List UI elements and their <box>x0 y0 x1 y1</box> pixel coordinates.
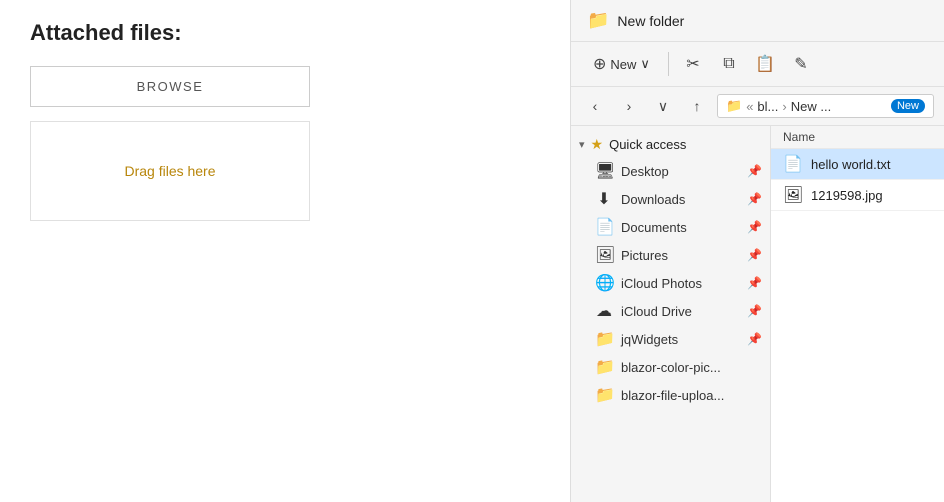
file-item-icon-1: 🖼 <box>783 185 803 205</box>
sidebar-item-icon-7: 📁 <box>595 357 613 377</box>
forward-button[interactable]: › <box>615 92 643 120</box>
rename-icon: ✎ <box>794 54 807 74</box>
sidebar-item-label-1: Downloads <box>621 192 739 207</box>
browse-button[interactable]: BROWSE <box>30 66 310 107</box>
sidebar-pin-icon-5: 📌 <box>747 304 762 318</box>
sidebar: ▾ ★ Quick access 🖥 Desktop 📌 ⬇ Downloads… <box>571 126 771 502</box>
copy-icon: ⧉ <box>723 55 734 73</box>
new-label: New <box>610 57 636 72</box>
address-path-bar[interactable]: 📁 « bl... › New ... New <box>717 94 934 118</box>
sidebar-item-label-3: Pictures <box>621 248 739 263</box>
sidebar-pin-icon-4: 📌 <box>747 276 762 290</box>
titlebar-folder-icon: 📁 <box>587 10 609 31</box>
file-list-header: Name <box>771 126 944 149</box>
sidebar-pin-icon-1: 📌 <box>747 192 762 206</box>
page-title: Attached files: <box>30 20 540 46</box>
explorer-toolbar: ⊕ New ∨ ✂ ⧉ 📋 ✎ <box>571 42 944 87</box>
sidebar-item-3[interactable]: 🖼 Pictures 📌 <box>571 241 770 269</box>
sidebar-pin-icon-2: 📌 <box>747 220 762 234</box>
sidebar-item-1[interactable]: ⬇ Downloads 📌 <box>571 185 770 213</box>
sidebar-item-label-7: blazor-color-pic... <box>621 360 754 375</box>
sidebar-item-label-8: blazor-file-uploa... <box>621 388 754 403</box>
sidebar-pin-icon-6: 📌 <box>747 332 762 346</box>
new-chevron-icon: ∨ <box>640 56 650 72</box>
new-button[interactable]: ⊕ New ∨ <box>583 50 660 78</box>
sidebar-item-4[interactable]: 🌐 iCloud Photos 📌 <box>571 269 770 297</box>
sidebar-item-icon-0: 🖥 <box>595 161 613 181</box>
file-item-name-1: 1219598.jpg <box>811 188 883 203</box>
sidebar-item-label-4: iCloud Photos <box>621 276 739 291</box>
sidebar-item-icon-4: 🌐 <box>595 273 613 293</box>
sidebar-item-6[interactable]: 📁 jqWidgets 📌 <box>571 325 770 353</box>
path-arrow-sep: › <box>782 99 786 114</box>
address-bar: ‹ › ∨ ↑ 📁 « bl... › New ... New <box>571 87 944 126</box>
file-item-0[interactable]: 📄 hello world.txt <box>771 149 944 180</box>
sidebar-pin-icon-0: 📌 <box>747 164 762 178</box>
star-icon: ★ <box>591 136 604 153</box>
sidebar-pin-icon-3: 📌 <box>747 248 762 262</box>
sidebar-item-8[interactable]: 📁 blazor-file-uploa... <box>571 381 770 409</box>
sidebar-item-icon-8: 📁 <box>595 385 613 405</box>
quick-access-section[interactable]: ▾ ★ Quick access <box>571 132 770 157</box>
dropdown-button[interactable]: ∨ <box>649 92 677 120</box>
sidebar-item-0[interactable]: 🖥 Desktop 📌 <box>571 157 770 185</box>
sidebar-item-icon-3: 🖼 <box>595 245 613 265</box>
dropdown-icon: ∨ <box>658 98 668 115</box>
back-button[interactable]: ‹ <box>581 92 609 120</box>
forward-icon: › <box>627 98 632 114</box>
cut-button[interactable]: ✂ <box>677 48 709 80</box>
sidebar-item-icon-6: 📁 <box>595 329 613 349</box>
sidebar-item-label-2: Documents <box>621 220 739 235</box>
new-badge: New <box>891 99 925 113</box>
toolbar-separator <box>668 52 669 76</box>
sidebar-item-icon-1: ⬇ <box>595 189 613 209</box>
file-item-icon-0: 📄 <box>783 154 803 174</box>
sidebar-item-label-5: iCloud Drive <box>621 304 739 319</box>
explorer-titlebar: 📁 New folder <box>571 0 944 42</box>
sidebar-items-container: 🖥 Desktop 📌 ⬇ Downloads 📌 📄 Documents 📌 … <box>571 157 770 409</box>
drag-drop-area: Drag files here <box>30 121 310 221</box>
plus-icon: ⊕ <box>593 54 606 74</box>
quick-access-label: Quick access <box>609 137 686 152</box>
paste-button[interactable]: 📋 <box>749 48 781 80</box>
back-icon: ‹ <box>593 98 598 114</box>
collapse-icon: ▾ <box>579 138 585 151</box>
sidebar-item-2[interactable]: 📄 Documents 📌 <box>571 213 770 241</box>
file-list: Name 📄 hello world.txt 🖼 1219598.jpg <box>771 126 944 502</box>
sidebar-item-label-0: Desktop <box>621 164 739 179</box>
sidebar-item-5[interactable]: ☁ iCloud Drive 📌 <box>571 297 770 325</box>
file-explorer-panel: 📁 New folder ⊕ New ∨ ✂ ⧉ 📋 ✎ ‹ › ∨ <box>570 0 944 502</box>
cut-icon: ✂ <box>686 54 699 74</box>
copy-button[interactable]: ⧉ <box>713 48 745 80</box>
explorer-body: ▾ ★ Quick access 🖥 Desktop 📌 ⬇ Downloads… <box>571 126 944 502</box>
paste-icon: 📋 <box>755 54 775 74</box>
path-breadcrumb-sep: « <box>746 99 753 114</box>
explorer-title: New folder <box>617 13 684 29</box>
file-items-container: 📄 hello world.txt 🖼 1219598.jpg <box>771 149 944 211</box>
drag-text: Drag files here <box>124 163 215 179</box>
path-segment-1: bl... <box>757 99 778 114</box>
sidebar-item-icon-2: 📄 <box>595 217 613 237</box>
left-panel: Attached files: BROWSE Drag files here <box>0 0 570 502</box>
up-icon: ↑ <box>694 98 701 114</box>
path-folder-icon: 📁 <box>726 98 742 114</box>
sidebar-item-icon-5: ☁ <box>595 301 613 321</box>
file-item-name-0: hello world.txt <box>811 157 890 172</box>
sidebar-item-label-6: jqWidgets <box>621 332 739 347</box>
up-button[interactable]: ↑ <box>683 92 711 120</box>
col-name-header: Name <box>783 130 815 144</box>
sidebar-item-7[interactable]: 📁 blazor-color-pic... <box>571 353 770 381</box>
file-item-1[interactable]: 🖼 1219598.jpg <box>771 180 944 211</box>
rename-button[interactable]: ✎ <box>785 48 817 80</box>
path-segment-2: New ... <box>791 99 831 114</box>
